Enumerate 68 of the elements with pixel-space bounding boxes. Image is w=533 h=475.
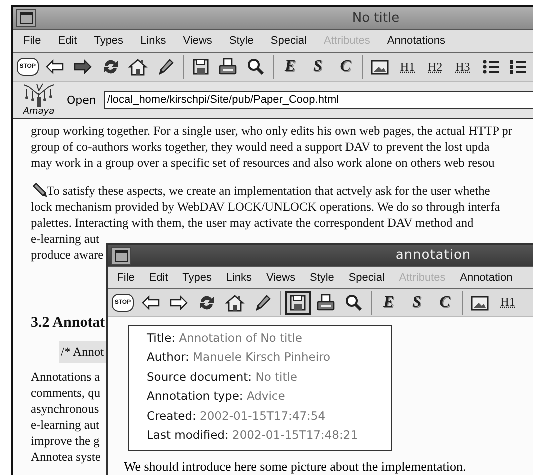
paragraph-line: asynchronous (31, 401, 100, 417)
printer-icon (316, 292, 336, 313)
open-label: Open (67, 94, 96, 106)
metadata-row-text: Annotation type: Advice (147, 388, 286, 406)
paragraph-line: Annotations a (31, 369, 100, 385)
paragraph-line: group working together. For a single user, who only edits his own web pages, the actual HTTP pr (31, 123, 513, 139)
numbered-list-icon (508, 57, 528, 77)
paragraph-line: e-learning aut (31, 231, 100, 247)
heading-button[interactable]: H1 (495, 290, 521, 315)
metadata-row-text: Author: Manuele Kirsch Pinheiro (147, 349, 332, 366)
menu-item[interactable]: File (110, 272, 142, 284)
heading-button[interactable]: H2 (422, 55, 448, 79)
bulleted-list-icon (480, 57, 501, 77)
magnifier-icon (246, 57, 266, 77)
menu-item[interactable]: Annotations (378, 35, 454, 47)
window-menu-button[interactable] (16, 9, 36, 27)
menu-item[interactable]: Special (342, 272, 392, 284)
menu-item[interactable]: File (15, 35, 50, 47)
paragraph-line: produce aware (31, 247, 104, 263)
left-arrow-icon (45, 57, 66, 77)
menu-item[interactable]: Links (132, 35, 175, 47)
section-heading: 3.2 Annotat (31, 315, 106, 331)
menu-item[interactable]: Style (220, 35, 262, 47)
heading-button[interactable]: H3 (450, 55, 476, 79)
menu-item[interactable]: Special (262, 35, 316, 47)
logo-text: Amaya (23, 107, 55, 117)
house-icon (128, 57, 148, 77)
paragraph-line: lock mechanism provided by WebDAV LOCK/UNLOCK operations. We do so through interfa (31, 199, 500, 215)
window-title: annotation (394, 248, 472, 264)
menu-item[interactable]: Views (174, 35, 221, 47)
right-arrow-icon (73, 57, 94, 77)
paragraph-line: palettes. Interacting with them, the user may activate the correspondent DAV method and (31, 215, 474, 231)
metadata-row-text: Created: 2002-01-15T17:47:54 (147, 408, 327, 425)
paragraph-line: To satisfy these aspects, we create an implementation that actvely ask for the user whethe (47, 183, 490, 199)
style-button[interactable]: C (432, 290, 458, 315)
menu-item[interactable]: Types (86, 35, 132, 47)
paragraph-line: comments, qu (31, 385, 101, 401)
window-title: No title (351, 10, 401, 26)
menu-item[interactable]: Edit (50, 35, 86, 47)
paragraph-line: Annotea syste (31, 449, 101, 465)
style-button[interactable]: E (278, 55, 304, 79)
magnifier-icon (344, 292, 364, 313)
window-menu-button[interactable] (111, 246, 131, 265)
house-icon (225, 292, 245, 313)
menu-item[interactable]: Views (259, 272, 303, 284)
address-field[interactable]: /local_home/kirschpi/Site/pub/Paper_Coop.html (104, 91, 533, 109)
menu-item[interactable]: Annotation (452, 272, 520, 284)
pencil-icon (253, 292, 273, 313)
style-button[interactable]: S (404, 290, 430, 315)
printer-icon (218, 57, 238, 77)
paragraph-line: improve the g (31, 433, 100, 449)
floppy-disk-button[interactable] (285, 290, 311, 315)
style-button[interactable]: S (305, 55, 331, 79)
menu-item[interactable]: Edit (142, 272, 176, 284)
style-button[interactable]: E (376, 290, 402, 315)
paragraph-line: e-learning aut (31, 417, 100, 433)
style-button[interactable]: C (332, 55, 358, 79)
pencil-icon[interactable] (31, 181, 49, 199)
menu-item[interactable]: Types (175, 272, 220, 284)
menu-item[interactable]: Links (219, 272, 260, 284)
metadata-row-text: Source document: No title (147, 368, 298, 386)
paragraph-line: may work in a group over a specific set of resources and also work alone on others web resou (31, 155, 495, 171)
paragraph-line: group of co-authors works together, they would need a support DAV to prevent the lost upda (31, 139, 490, 155)
menu-item[interactable]: Style (302, 272, 342, 284)
metadata-row-text: Last modified: 2002-01-15T17:48:21 (147, 427, 360, 444)
metadata-row-text: Title: Annotation of No title (147, 330, 304, 347)
heading-button[interactable]: H1 (394, 55, 421, 79)
annotation-text: We should introduce here some picture about the implementation. (124, 458, 468, 475)
